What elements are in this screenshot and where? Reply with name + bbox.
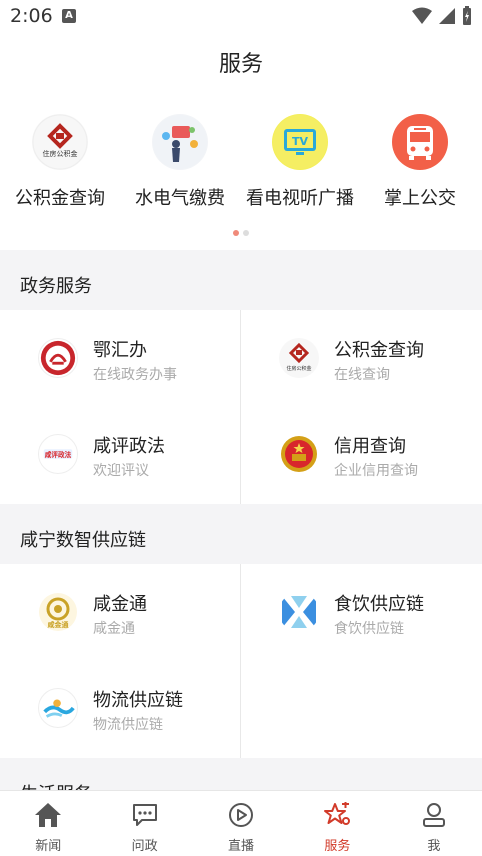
service-tile-xianping[interactable]: 咸评政法 咸评政法 欢迎评议 <box>0 408 240 504</box>
tile-title: 信用查询 <box>334 436 406 457</box>
svg-text:咸金通: 咸金通 <box>47 620 70 629</box>
quick-service-label: 水电气缴费 <box>135 188 225 209</box>
tile-title: 咸评政法 <box>93 436 165 457</box>
tile-subtitle: 咸金通 <box>93 621 135 637</box>
tile-title: 鄂汇办 <box>93 340 147 361</box>
quick-services-carousel[interactable]: 住房公积金 公积金查询 水电气缴费 TV 看电视听广播 掌上公交 <box>0 100 482 248</box>
nav-tab-news[interactable]: 新闻 <box>0 791 96 856</box>
carousel-page-indicator <box>0 230 482 236</box>
section-title: 政务服务 <box>20 276 92 297</box>
play-icon <box>227 801 255 829</box>
svg-text:TV: TV <box>292 135 309 148</box>
bottom-nav: 新闻 问政 直播 服务 我 <box>0 790 482 856</box>
wifi-icon <box>412 7 432 24</box>
section-header-government: 政务服务 <box>0 250 482 310</box>
battery-icon <box>463 6 471 25</box>
nav-tab-live[interactable]: 直播 <box>193 791 289 856</box>
housing-fund-logo-icon: 住房公积金 <box>279 338 319 378</box>
nav-label: 新闻 <box>35 839 62 854</box>
status-time: 2:06 <box>10 5 53 27</box>
ehuiban-logo-icon <box>38 338 78 378</box>
national-emblem-icon <box>279 434 319 474</box>
supply-chain-grid: 咸金通 咸金通 咸金通 食饮供应链 食饮供应链 物流供应链 物流供应链 <box>0 564 482 758</box>
carousel-dot <box>243 230 249 236</box>
nav-tab-inquiry[interactable]: 问政 <box>96 791 192 856</box>
svg-text:住房公积金: 住房公积金 <box>43 149 78 158</box>
quick-service-label: 看电视听广播 <box>246 188 354 209</box>
section-title: 咸宁数智供应链 <box>20 530 146 551</box>
tile-subtitle: 欢迎评议 <box>93 463 149 479</box>
tile-subtitle: 在线查询 <box>334 367 390 383</box>
user-icon <box>420 801 448 829</box>
service-tile-logistics[interactable]: 物流供应链 物流供应链 <box>0 662 240 758</box>
section-header-supply-chain: 咸宁数智供应链 <box>0 504 482 564</box>
government-services-grid: 鄂汇办 在线政务办事 住房公积金 公积金查询 在线查询 咸评政法 咸评政法 欢迎… <box>0 310 482 504</box>
service-star-icon <box>323 801 351 829</box>
status-icons <box>412 6 472 26</box>
service-tile-ehuiban[interactable]: 鄂汇办 在线政务办事 <box>0 312 240 408</box>
status-bar: 2:06 A <box>0 0 482 34</box>
tile-title: 食饮供应链 <box>334 594 424 615</box>
quick-service-tv[interactable]: TV 看电视听广播 <box>240 114 360 210</box>
housing-fund-icon: 住房公积金 <box>32 114 88 170</box>
home-icon <box>34 801 62 829</box>
tile-title: 咸金通 <box>93 594 147 615</box>
food-supply-logo-icon <box>279 592 319 632</box>
page-header: 服务 <box>0 34 482 90</box>
service-tile-credit[interactable]: 信用查询 企业信用查询 <box>241 408 481 504</box>
xianping-logo-icon: 咸评政法 <box>38 434 78 474</box>
tile-subtitle: 企业信用查询 <box>334 463 418 479</box>
nav-label: 问政 <box>131 839 158 854</box>
quick-service-housing-fund[interactable]: 住房公积金 公积金查询 <box>0 114 120 210</box>
tile-subtitle: 物流供应链 <box>93 717 163 733</box>
tile-title: 物流供应链 <box>93 690 183 711</box>
nav-label: 我 <box>427 839 441 854</box>
quick-service-bus[interactable]: 掌上公交 <box>360 114 480 210</box>
notification-badge-icon: A <box>62 9 76 23</box>
svg-text:咸评政法: 咸评政法 <box>44 450 72 459</box>
service-tile-housing-fund[interactable]: 住房公积金 公积金查询 在线查询 <box>241 312 481 408</box>
signal-icon <box>439 8 455 24</box>
quick-service-label: 掌上公交 <box>384 188 456 209</box>
service-tile-xianjintong[interactable]: 咸金通 咸金通 咸金通 <box>0 566 240 662</box>
tile-subtitle: 食饮供应链 <box>334 621 404 637</box>
tv-icon: TV <box>272 114 328 170</box>
xianjintong-logo-icon: 咸金通 <box>38 592 78 632</box>
nav-label: 直播 <box>228 839 255 854</box>
utility-bill-icon <box>152 114 208 170</box>
bus-icon <box>392 114 448 170</box>
carousel-dot-active <box>233 230 239 236</box>
service-tile-food-supply[interactable]: 食饮供应链 食饮供应链 <box>241 566 481 662</box>
nav-tab-service[interactable]: 服务 <box>289 791 385 856</box>
svg-text:住房公积金: 住房公积金 <box>286 365 311 372</box>
nav-tab-me[interactable]: 我 <box>386 791 482 856</box>
service-screen: 2:06 A 服务 住房公积金 公积金查询 水电气缴费 TV 看电视听广播 掌上… <box>0 0 482 856</box>
tile-subtitle: 在线政务办事 <box>93 367 177 383</box>
tile-title: 公积金查询 <box>334 340 424 361</box>
logistics-logo-icon <box>38 688 78 728</box>
nav-label: 服务 <box>324 839 351 854</box>
chat-icon <box>131 801 159 829</box>
quick-service-utility[interactable]: 水电气缴费 <box>120 114 240 210</box>
quick-service-label: 公积金查询 <box>15 188 105 209</box>
page-title: 服务 <box>218 52 263 77</box>
